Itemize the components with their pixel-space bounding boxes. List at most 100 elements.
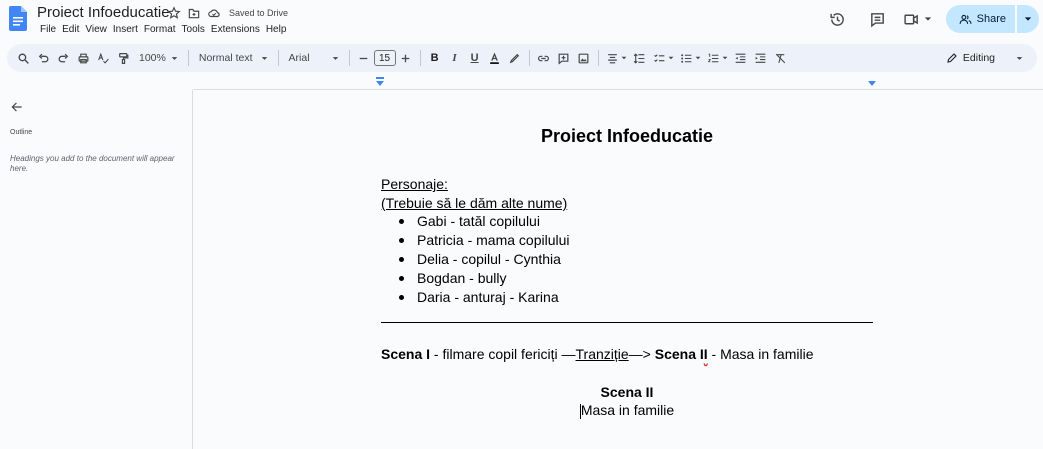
clear-formatting-button[interactable] — [771, 47, 791, 69]
line-spacing-icon — [633, 52, 645, 64]
insert-image-button[interactable] — [574, 47, 594, 69]
scene-2-title[interactable]: Scena II — [381, 384, 873, 400]
ruler — [193, 76, 1043, 90]
star-icon[interactable] — [167, 6, 181, 20]
zoom-select[interactable]: 100% — [133, 47, 184, 69]
share-options-button[interactable] — [1017, 5, 1039, 33]
history-icon — [830, 12, 844, 26]
clear-formatting-icon — [775, 53, 786, 63]
menu-tools[interactable]: Tools — [179, 24, 208, 35]
menu-view[interactable]: View — [82, 24, 110, 35]
move-to-folder-icon[interactable] — [187, 6, 201, 20]
editing-mode-select[interactable]: Editing — [946, 52, 1023, 64]
image-icon — [578, 53, 589, 63]
transition-label: Tranziție — [575, 346, 629, 362]
transition-arrow: —> — [628, 346, 655, 362]
align-center-icon — [607, 53, 617, 63]
italic-button[interactable]: I — [445, 47, 465, 69]
list-item[interactable]: Daria - anturaj - Karina — [399, 288, 570, 307]
increase-indent-button[interactable] — [751, 47, 771, 69]
link-icon — [538, 55, 550, 61]
checklist-button[interactable] — [650, 47, 677, 69]
decrease-indent-button[interactable] — [731, 47, 751, 69]
decrease-font-size-button[interactable] — [354, 47, 374, 69]
caret-down-icon — [695, 56, 700, 60]
align-button[interactable] — [603, 47, 630, 69]
bold-button[interactable]: B — [425, 47, 445, 69]
share-label: Share — [976, 13, 1006, 25]
spellcheck-icon — [97, 52, 109, 64]
meet-button[interactable] — [902, 11, 932, 28]
comment-icon — [871, 12, 885, 27]
docs-logo-icon[interactable] — [9, 6, 27, 31]
version-history-button[interactable] — [824, 5, 852, 33]
document-page[interactable]: Proiect Infoeducatie Personaje: (Trebuie… — [194, 90, 1043, 449]
paragraph-style-select[interactable]: Normal text — [193, 47, 274, 69]
share-button[interactable]: Share — [945, 5, 1015, 33]
scene-2-subtitle[interactable]: Masa in familie — [381, 402, 873, 419]
list-item[interactable]: Patricia - mama copilului — [399, 231, 570, 250]
save-status: Saved to Drive — [229, 8, 289, 18]
redo-icon — [58, 53, 68, 62]
scene-1-description: - filmare copil fericiți — — [430, 346, 576, 362]
numbered-list-button[interactable] — [704, 47, 731, 69]
print-icon — [78, 53, 88, 63]
comments-button[interactable] — [864, 5, 892, 33]
toolbar-divider — [187, 50, 189, 66]
list-item[interactable]: Bogdan - bully — [399, 269, 570, 288]
highlighter-icon — [509, 53, 520, 63]
video-camera-icon — [904, 14, 918, 24]
caret-down-icon — [261, 56, 267, 60]
undo-button[interactable] — [33, 47, 53, 69]
list-item[interactable]: Delia - copilul - Cynthia — [399, 250, 570, 269]
right-indent-marker[interactable] — [868, 81, 876, 86]
bulleted-list-button[interactable] — [677, 47, 704, 69]
title-bar: Proiect Infoeducatie Saved to Drive File… — [0, 0, 1043, 42]
add-comment-button[interactable] — [554, 47, 574, 69]
text-color-icon — [490, 51, 499, 64]
font-size-input[interactable]: 15 — [373, 50, 396, 66]
menu-edit[interactable]: Edit — [59, 24, 82, 35]
minus-icon — [359, 57, 368, 59]
left-indent-marker[interactable] — [376, 81, 384, 86]
scene-1-label: Scena I — [381, 346, 431, 362]
print-button[interactable] — [73, 47, 93, 69]
insert-link-button[interactable] — [534, 47, 554, 69]
plus-icon — [401, 54, 410, 62]
document-title[interactable]: Proiect Infoeducatie — [37, 4, 170, 21]
line-spacing-button[interactable] — [630, 47, 650, 69]
bold-icon: B — [430, 52, 439, 64]
caret-down-icon — [171, 56, 178, 60]
text-color-button[interactable] — [485, 47, 505, 69]
menu-extensions[interactable]: Extensions — [208, 24, 263, 35]
paint-format-icon — [118, 52, 128, 64]
underline-button[interactable]: U — [465, 47, 485, 69]
menu-format[interactable]: Format — [141, 24, 179, 35]
menu-help[interactable]: Help — [263, 24, 290, 35]
caret-down-icon — [332, 56, 338, 60]
list-item[interactable]: Gabi - tatăl copilului — [399, 212, 570, 231]
toolbar-divider — [277, 50, 279, 66]
cloud-saved-icon[interactable] — [207, 6, 221, 20]
pencil-icon — [947, 53, 957, 63]
left-margin-marker[interactable] — [376, 77, 384, 79]
decrease-indent-icon — [735, 53, 746, 63]
scene-2-description: - Masa in familie — [707, 346, 814, 362]
menu-insert[interactable]: Insert — [110, 24, 141, 35]
back-arrow-icon[interactable] — [10, 100, 24, 114]
horizontal-rule — [381, 322, 873, 323]
document-heading[interactable]: Proiect Infoeducatie — [381, 126, 873, 147]
characters-label[interactable]: Personaje: — [381, 176, 448, 192]
spellcheck-button[interactable] — [93, 47, 113, 69]
paint-format-button[interactable] — [113, 47, 133, 69]
scene-line[interactable]: Scena I - filmare copil fericiți —Tranzi… — [381, 346, 813, 362]
caret-down-icon — [621, 56, 626, 60]
menu-file[interactable]: File — [37, 24, 59, 35]
search-menus-button[interactable] — [13, 47, 33, 69]
outline-hint: Headings you add to the document will ap… — [10, 154, 175, 174]
rename-note[interactable]: (Trebuie să le dăm alte nume) — [381, 195, 567, 211]
font-select[interactable]: Arial — [283, 47, 345, 69]
increase-font-size-button[interactable] — [396, 47, 416, 69]
redo-button[interactable] — [53, 47, 73, 69]
highlight-color-button[interactable] — [505, 47, 525, 69]
